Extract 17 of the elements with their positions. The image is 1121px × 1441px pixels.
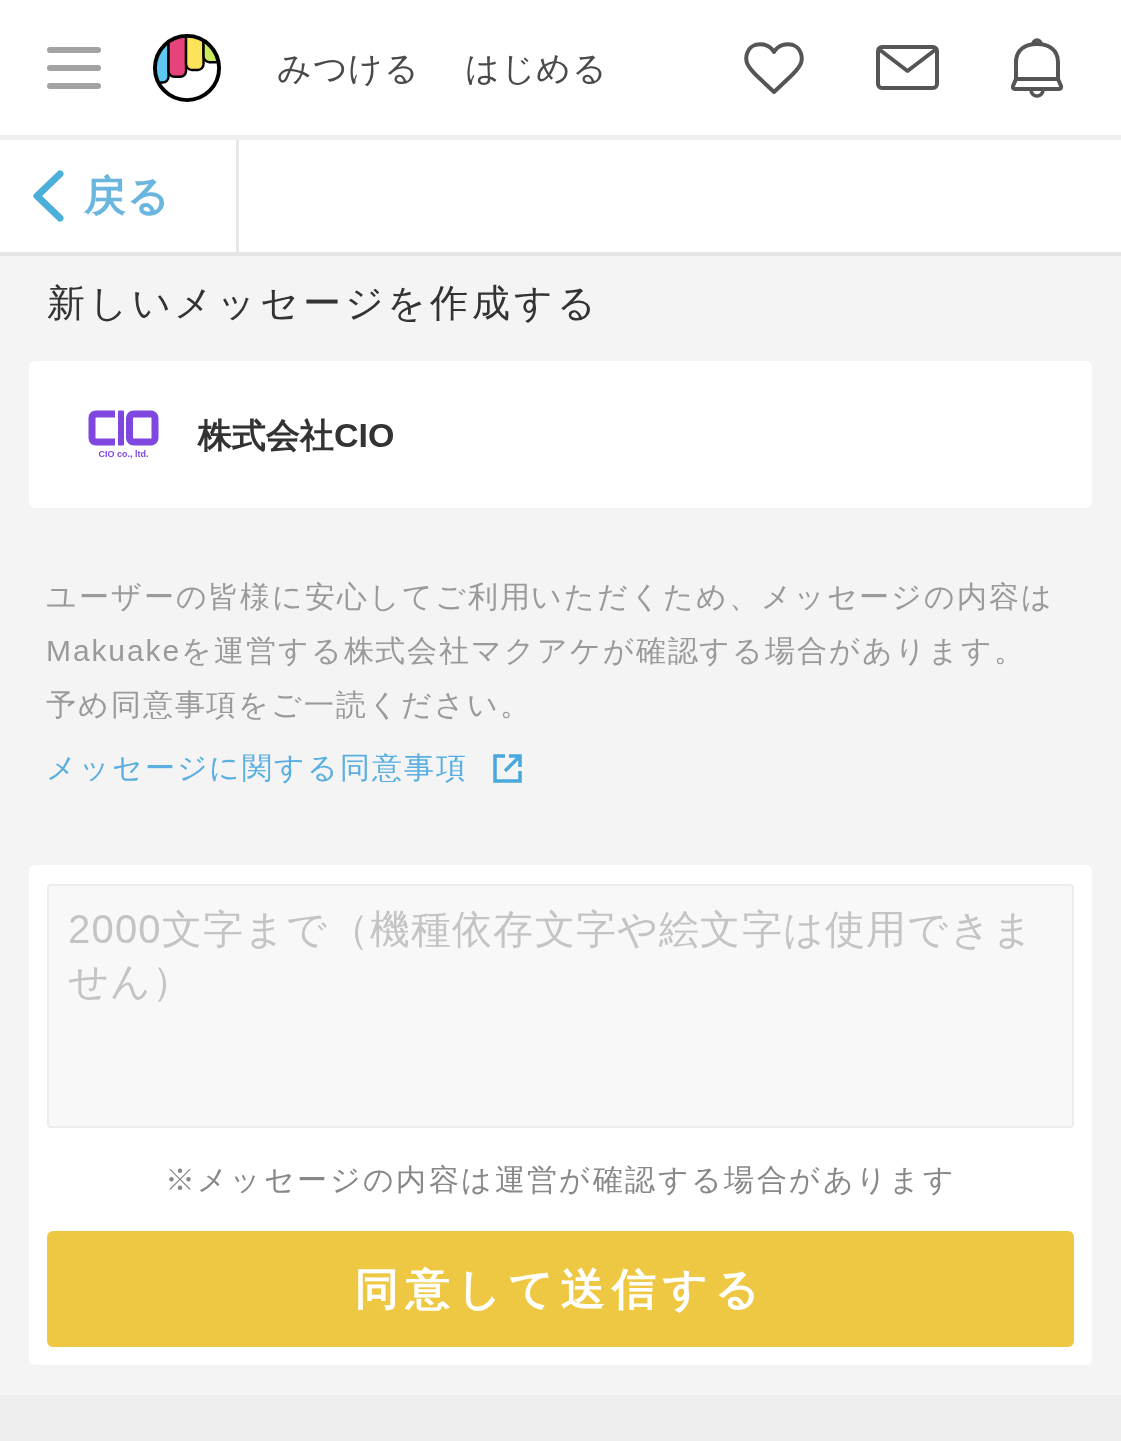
agree-and-send-button[interactable]: 同意して送信する	[47, 1231, 1074, 1347]
company-mark-icon	[88, 409, 159, 446]
external-link-icon	[491, 752, 523, 784]
nav-link[interactable]: はじめる	[465, 45, 607, 90]
consent-notice: ユーザーの皆様に安心してご利用いただくため、メッセージの内容はMakuakeを運営する株式会社マクアケが確認する場合があります。 予め同意事項をご一読ください。	[46, 579, 1055, 723]
page-title: 新しいメッセージを作成する	[46, 281, 601, 326]
consent-terms-link[interactable]: メッセージに関する同意事項	[46, 741, 523, 795]
logo-caption: CIO co., ltd.	[98, 448, 149, 460]
recipient-name: 株式会社CIO	[198, 414, 395, 456]
mail-icon[interactable]	[876, 45, 939, 90]
back-button[interactable]: 戻る	[0, 165, 179, 227]
heart-icon[interactable]	[744, 41, 804, 94]
review-note: ※メッセージの内容は運営が確認する場合があります	[164, 1162, 957, 1198]
nav-link[interactable]: みつける	[277, 45, 419, 90]
bell-icon[interactable]	[1011, 35, 1063, 100]
chevron-left-icon	[30, 169, 66, 223]
striped-circle-logo-icon[interactable]	[152, 32, 222, 103]
